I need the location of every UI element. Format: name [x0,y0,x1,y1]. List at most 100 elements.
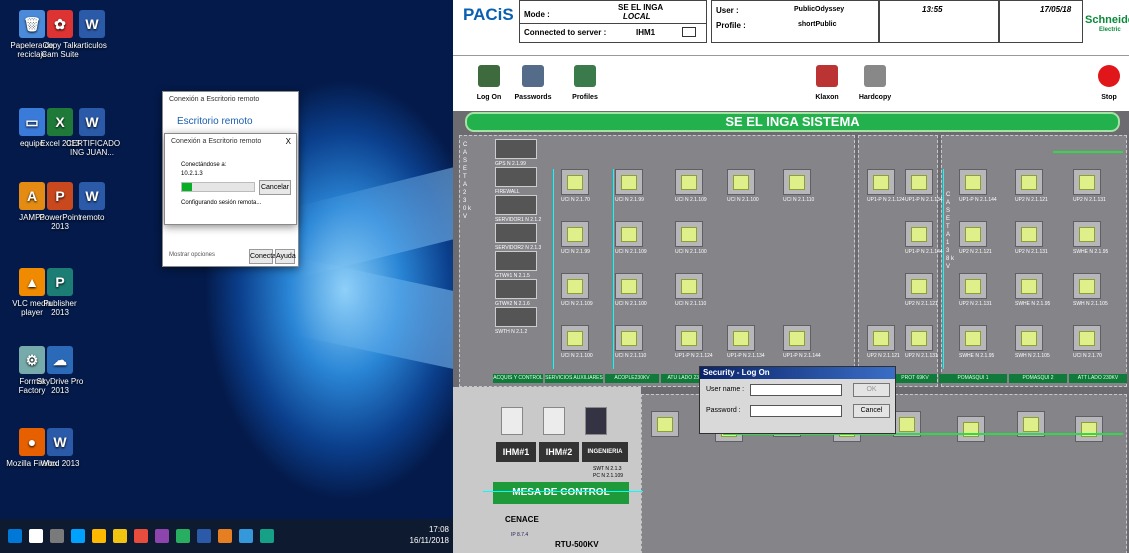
ied-device[interactable] [561,325,589,351]
taskbar-app-icon[interactable] [71,529,85,543]
ied-device[interactable] [561,273,589,299]
ied-device[interactable] [867,325,895,351]
taskbar-app-icon[interactable] [197,529,211,543]
ied-device[interactable] [615,221,643,247]
ied-label: SWHE N 2.1.95 [1073,249,1109,255]
site-name: SE EL INGA [618,3,664,12]
ied-device[interactable] [675,221,703,247]
rdp-back-title: Conexión a Escritorio remoto [169,96,260,103]
desktop-icon[interactable]: P Publisher 2013 [34,268,86,317]
logon-dialog[interactable]: Security - Log On User name : OK Passwor… [699,366,896,434]
ied-device[interactable] [561,221,589,247]
ied-device[interactable] [959,325,987,351]
ied-device[interactable] [905,273,933,299]
ied-device[interactable] [675,169,703,195]
ied-device[interactable] [727,325,755,351]
profiles-button[interactable]: Profiles [559,62,611,112]
taskbar-app-icon[interactable] [29,529,43,543]
substation-diagram: SE EL INGA SISTEMA C A S E T A 2 3 0 k V… [453,111,1129,553]
rack-unit [495,167,537,187]
username-input[interactable] [750,384,842,396]
ied-device[interactable] [783,169,811,195]
ied-device[interactable] [1015,221,1043,247]
ied-label: UP1-P N 2.1.124 [867,197,905,203]
ied-device[interactable] [1073,325,1101,351]
passwords-button[interactable]: Passwords [507,62,559,112]
rack-unit [495,195,537,215]
ied-label: SWH N 2.1.105 [1015,353,1050,359]
ied-label: UP2 N 2.1.131 [905,353,938,359]
printer-icon [864,65,886,87]
taskbar-app-icon[interactable] [8,529,22,543]
eng-ip2: PC N 2.1.109 [593,473,624,479]
desktop-icon[interactable]: W Word 2013 [34,428,86,468]
rack-unit-label: SERVIDOR1 N 2.1.2 [495,217,542,223]
taskbar-app-icon[interactable] [155,529,169,543]
stop-button[interactable]: Stop [1083,62,1129,112]
ied-device[interactable] [675,325,703,351]
date-value: 17/05/18 [1040,5,1072,14]
bay-label: PROT 69KV [893,374,937,383]
taskbar-app-icon[interactable] [50,529,64,543]
taskbar: 17:08 16/11/2018 [0,519,453,553]
user-label: User : [716,6,739,15]
taskbar-app-icon[interactable] [113,529,127,543]
password-input[interactable] [750,405,842,417]
ied-device[interactable] [1073,273,1101,299]
close-icon[interactable]: X [286,137,291,146]
desktop-icon[interactable]: Wremoto [66,182,118,222]
ied-device[interactable] [783,325,811,351]
cancel-button[interactable]: Cancel [853,404,890,418]
hardcopy-button[interactable]: Hardcopy [849,62,901,112]
stop-icon [1098,65,1120,87]
ied-label: UP2 N 2.1.121 [905,301,938,307]
ied-device[interactable] [905,325,933,351]
ied-device[interactable] [615,325,643,351]
ied-device[interactable] [675,273,703,299]
ok-button[interactable]: OK [853,383,890,397]
taskbar-app-icon[interactable] [218,529,232,543]
ied-device[interactable] [1073,169,1101,195]
clock-date: 16/11/2018 [409,536,449,545]
taskbar-app-icon[interactable] [260,529,274,543]
desktop-icon[interactable]: ☁ SkyDrive Pro 2013 [34,346,86,395]
klaxon-button[interactable]: Klaxon [801,62,853,112]
ied-device[interactable] [561,169,589,195]
pacis-logo: PACiS [463,5,514,24]
ied-label: UCI N 2.1.100 [561,353,593,359]
ied-device[interactable] [959,273,987,299]
ied-device[interactable] [1015,169,1043,195]
ied-device[interactable] [1015,273,1043,299]
desktop-icon[interactable]: Warticulos [66,10,118,50]
ied-device[interactable] [1075,416,1103,442]
ied-device[interactable] [867,169,895,195]
ied-device[interactable] [1073,221,1101,247]
ied-device[interactable] [651,411,679,437]
ied-device[interactable] [615,169,643,195]
help-button[interactable]: Ayuda [275,249,296,264]
taskbar-app-icon[interactable] [239,529,253,543]
ied-device[interactable] [727,169,755,195]
taskbar-app-icon[interactable] [134,529,148,543]
cancel-button[interactable]: Cancelar [259,180,291,195]
ied-device[interactable] [959,169,987,195]
time-box: 13:55 [879,0,999,43]
taskbar-app-icon[interactable] [176,529,190,543]
ied-device[interactable] [905,169,933,195]
ied-device[interactable] [1015,325,1043,351]
ied-device[interactable] [959,221,987,247]
ied-label: UP1-P N 2.1.144 [959,197,997,203]
ied-device[interactable] [615,273,643,299]
ied-device[interactable] [905,221,933,247]
side-label-230: C A S E T A 2 3 0 k V [463,142,472,220]
connect-button[interactable]: Conectar [249,249,278,264]
ied-device[interactable] [957,416,985,442]
system-tray[interactable]: 17:08 16/11/2018 [410,524,449,546]
ied-label: UP1-P N 2.1.134 [905,197,943,203]
bay-label: SERVICIOS AUXILIARES [545,374,603,383]
desktop-icon[interactable]: W CERTIFICADO ING JUAN... [66,108,120,157]
show-options-link[interactable]: Mostrar opciones [169,252,215,258]
app-icon: W [79,108,105,136]
rdp-window-front[interactable]: Conexión a Escritorio remoto X Conectánd… [164,133,297,225]
taskbar-app-icon[interactable] [92,529,106,543]
